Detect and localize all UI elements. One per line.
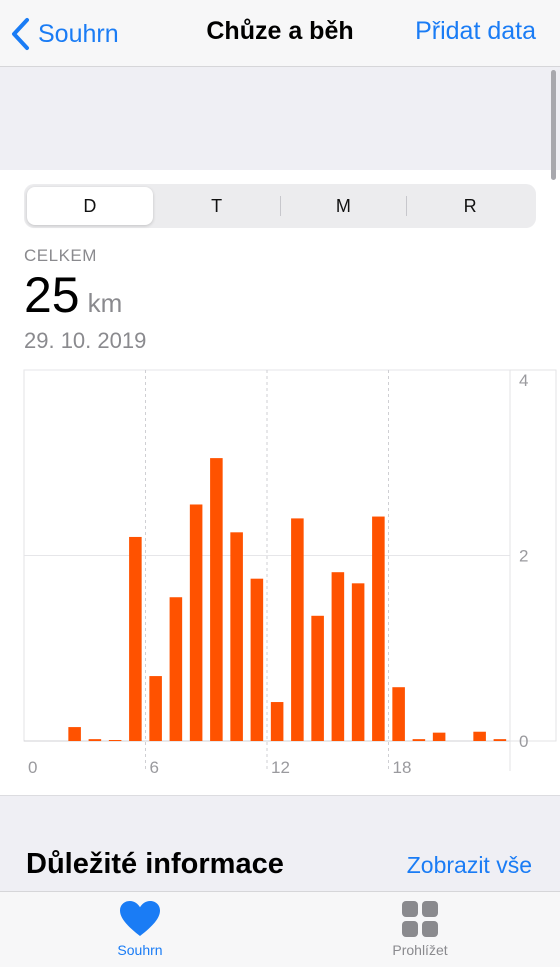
chart-bar xyxy=(473,731,486,741)
chart-bar xyxy=(210,458,223,741)
y-tick-label: 4 xyxy=(519,371,528,390)
highlights-section-header: Důležité informace Zobrazit vše xyxy=(0,825,560,891)
chart-bar xyxy=(291,518,304,741)
x-tick-label: 12 xyxy=(271,758,290,777)
total-distance-value: 25 xyxy=(24,267,80,323)
highlights-title: Důležité informace xyxy=(26,848,284,880)
chart-bar xyxy=(189,504,203,741)
chart-bar xyxy=(88,739,102,741)
show-all-button[interactable]: Zobrazit vše xyxy=(407,852,532,879)
back-button[interactable]: Souhrn xyxy=(10,14,119,54)
tab-bar: Souhrn Prohlížet xyxy=(0,891,560,967)
section-spacer xyxy=(0,795,560,826)
x-tick-label: 0 xyxy=(28,758,37,777)
summary-label: CELKEM xyxy=(24,246,97,265)
navigation-bar: Souhrn Chůze a běh Přidat data xyxy=(0,0,560,67)
y-tick-label: 0 xyxy=(519,732,528,751)
tab-browse-label: Prohlížet xyxy=(392,942,448,958)
chart-bar xyxy=(149,676,162,741)
chart-bar xyxy=(250,578,264,741)
summary-value: 25 km xyxy=(24,270,122,320)
tab-browse[interactable]: Prohlížet xyxy=(360,900,480,958)
chart-bar xyxy=(108,740,122,741)
chart-bar xyxy=(230,532,243,741)
tab-summary[interactable]: Souhrn xyxy=(80,900,200,958)
chart-bar xyxy=(270,702,284,741)
period-segmented-control: D T M R xyxy=(24,184,536,228)
y-tick-label: 2 xyxy=(519,547,528,566)
chart-svg: 0 6 12 18 0 2 4 xyxy=(23,369,557,777)
x-tick-label: 18 xyxy=(393,758,412,777)
add-data-button[interactable]: Přidat data xyxy=(415,17,536,46)
heart-icon xyxy=(120,901,160,936)
chart-bars xyxy=(68,458,507,741)
summary-date: 29. 10. 2019 xyxy=(24,328,147,353)
chart-bar xyxy=(412,739,426,741)
chart-bar xyxy=(351,583,365,741)
chart-bar xyxy=(311,615,324,741)
x-tick-label: 6 xyxy=(150,758,159,777)
header-spacer xyxy=(0,67,560,170)
segment-day[interactable]: D xyxy=(27,187,153,225)
chart-bar xyxy=(129,536,142,741)
segment-week[interactable]: T xyxy=(154,187,280,225)
chart-bar xyxy=(432,732,446,741)
chart-bar xyxy=(68,727,81,741)
distance-chart[interactable]: 0 6 12 18 0 2 4 xyxy=(0,365,560,785)
chevron-left-icon xyxy=(12,18,29,50)
chart-bar xyxy=(372,516,385,741)
grid-icon xyxy=(402,901,438,937)
chart-grid xyxy=(23,369,557,771)
total-distance-unit: km xyxy=(87,288,123,318)
segment-year[interactable]: R xyxy=(407,187,533,225)
chart-bar xyxy=(392,687,405,741)
scrollbar[interactable] xyxy=(551,70,556,180)
chart-bar xyxy=(493,739,507,741)
segment-month[interactable]: M xyxy=(281,187,407,225)
chart-bar xyxy=(169,597,183,741)
back-button-label: Souhrn xyxy=(38,19,119,48)
chart-bar xyxy=(331,572,345,741)
tab-summary-label: Souhrn xyxy=(117,942,163,958)
